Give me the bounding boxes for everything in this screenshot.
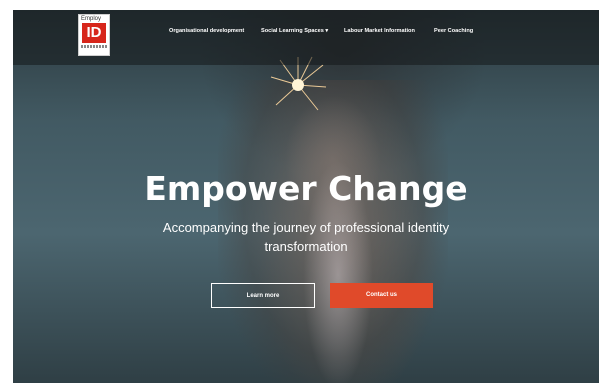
- nav-item-peer-coaching[interactable]: Peer Coaching: [434, 27, 473, 35]
- hero-title: Empower Change: [144, 169, 468, 208]
- site-header: Employ ID Organisational development Soc…: [13, 10, 599, 65]
- employ-id-logo[interactable]: Employ ID: [78, 14, 110, 56]
- nav-item-social-learning-spaces[interactable]: Social Learning Spaces ▾: [261, 27, 328, 35]
- nav-item-organisational-development[interactable]: Organisational development: [169, 27, 244, 35]
- logo-mark: ID: [82, 23, 106, 43]
- logo-top-text: Employ: [81, 16, 102, 22]
- learn-more-button[interactable]: Learn more: [211, 283, 315, 308]
- nav-item-labour-market-information[interactable]: Labour Market Information: [344, 27, 415, 35]
- hero-subtitle: Accompanying the journey of professional…: [13, 218, 599, 256]
- hero-subtitle-line-2: transformation: [264, 239, 348, 254]
- hero-subtitle-line-1: Accompanying the journey of professional…: [162, 220, 450, 235]
- chevron-down-icon: ▾: [325, 28, 329, 34]
- contact-us-button[interactable]: Contact us: [330, 283, 433, 308]
- nav-item-label: Social Learning Spaces: [261, 28, 324, 34]
- hero-section: Employ ID Organisational development Soc…: [13, 10, 599, 383]
- logo-tagline-strip: [81, 45, 107, 48]
